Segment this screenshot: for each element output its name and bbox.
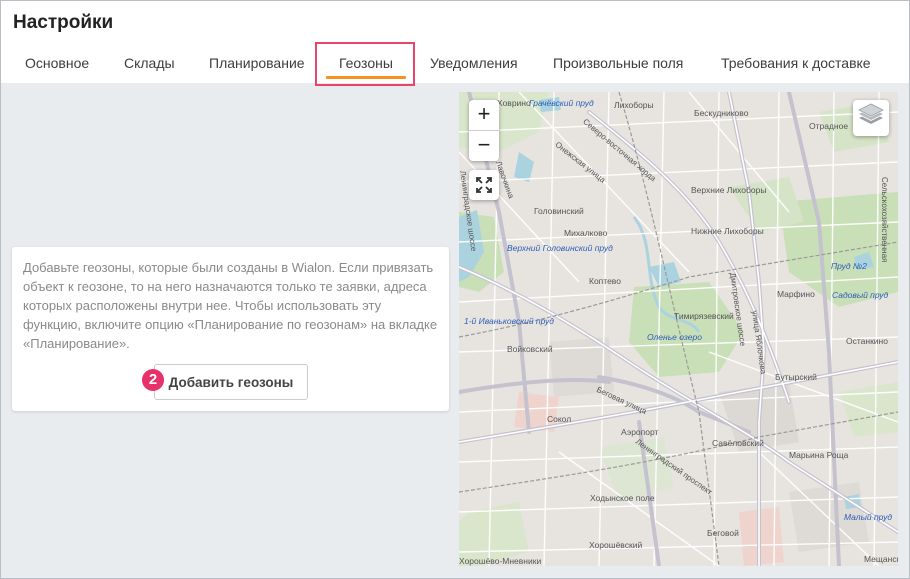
map-label: Тимирязевский bbox=[674, 311, 734, 321]
map-label: 1-й Иваньковский пруд bbox=[464, 316, 554, 326]
layers-icon bbox=[858, 103, 884, 124]
step-badge: 2 bbox=[142, 369, 164, 391]
tab-warehouses[interactable]: Склады bbox=[124, 55, 175, 71]
map-label: Коптево bbox=[589, 276, 621, 286]
tab-delivery-requirements[interactable]: Требования к доставке bbox=[721, 55, 871, 71]
map-label: Сельскохозяйственная bbox=[880, 177, 889, 263]
tab-general[interactable]: Основное bbox=[25, 55, 89, 71]
layers-button[interactable] bbox=[853, 100, 889, 136]
map-label: Оленье озеро bbox=[647, 332, 702, 342]
zoom-in-button[interactable]: + bbox=[469, 100, 499, 130]
add-geozones-button[interactable]: Добавить геозоны bbox=[154, 364, 308, 400]
map-tiles bbox=[459, 92, 898, 566]
map-label: Бутырский bbox=[775, 372, 817, 382]
fullscreen-button[interactable] bbox=[469, 170, 499, 200]
map-label: Марфино bbox=[777, 289, 815, 299]
map-label: Бескудниково bbox=[694, 108, 749, 118]
geozones-description: Добавьте геозоны, которые были созданы в… bbox=[23, 260, 438, 351]
map-label: Головинский bbox=[534, 206, 584, 216]
active-tab-highlight bbox=[315, 42, 415, 86]
map-label: Грачёвский пруд bbox=[529, 98, 594, 108]
map-label: Войковский bbox=[507, 344, 553, 354]
map-label: Ходынское поле bbox=[590, 493, 655, 503]
map-label: Верхние Лихоборы bbox=[691, 185, 767, 195]
active-tab-underline bbox=[326, 76, 406, 79]
settings-tabs: Основное Склады Планирование Геозоны Уве… bbox=[1, 43, 909, 83]
map-label: Нижние Лихоборы bbox=[691, 226, 764, 236]
page-title: Настройки bbox=[13, 12, 114, 33]
map-label: Михалково bbox=[564, 228, 608, 238]
tab-custom-fields[interactable]: Произвольные поля bbox=[553, 55, 683, 71]
zoom-out-button[interactable]: − bbox=[469, 131, 499, 161]
map-label: Ховрино bbox=[497, 98, 531, 108]
map-label: Пруд №2 bbox=[831, 261, 867, 271]
map-label: Аэропорт bbox=[621, 427, 659, 437]
map-label: Останкино bbox=[846, 336, 888, 346]
map-label: Лихоборы bbox=[614, 100, 654, 110]
map-label: Отрадное bbox=[809, 121, 849, 131]
zoom-control: + − bbox=[469, 100, 499, 161]
tab-notifications[interactable]: Уведомления bbox=[430, 55, 518, 71]
map-label: Сокол bbox=[547, 414, 572, 424]
fullscreen-icon bbox=[476, 177, 492, 193]
map-label: Хорошёвский bbox=[589, 540, 643, 550]
map-label: Мещанский bbox=[864, 554, 898, 564]
geozones-map[interactable]: Грачёвский пруд Ховрино Лихоборы Бескудн… bbox=[459, 92, 898, 566]
map-label: Садовый пруд bbox=[832, 290, 889, 300]
map-label: Савёловский bbox=[712, 438, 764, 448]
map-label: Хорошёво-Мневники bbox=[459, 556, 542, 566]
map-label: Верхний Головинский пруд bbox=[507, 243, 613, 253]
map-label: Беговой bbox=[707, 528, 739, 538]
tab-planning[interactable]: Планирование bbox=[209, 55, 305, 71]
map-label: Марьина Роща bbox=[789, 450, 849, 460]
map-label: Малый пруд bbox=[844, 512, 893, 522]
